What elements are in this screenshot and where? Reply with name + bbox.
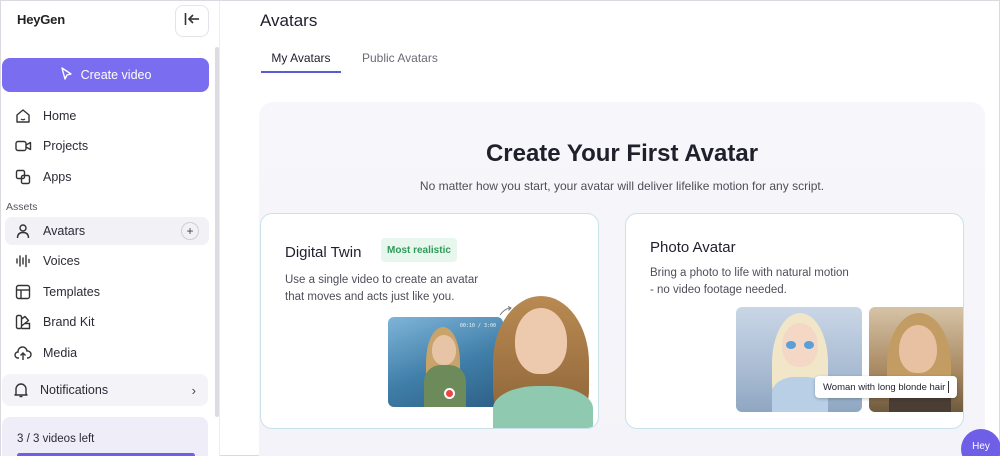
templates-icon [13,282,33,302]
eye-shape [804,341,814,349]
cursor-click-icon [60,66,73,84]
shirt-shape [424,365,466,407]
chat-label: Hey [972,441,990,452]
text-cursor [948,381,950,393]
collapse-sidebar-button[interactable] [175,5,209,37]
sidebar-item-label: Templates [43,285,100,299]
card-description-line1: Use a single video to create an avatar [285,274,479,286]
apps-icon [13,167,33,187]
card-description-line1: Bring a photo to life with natural motio… [650,267,849,279]
prompt-caption: Woman with long blonde hair [815,376,958,398]
sidebar-item-label: Apps [43,170,72,184]
sidebar-item-brand-kit[interactable]: Brand Kit [5,308,209,336]
avatar-icon [13,221,33,241]
voice-wave-icon [13,251,33,271]
sidebar: HeyGen Create video Home Projects Apps A… [1,1,220,456]
face-shape [515,308,567,374]
digital-twin-card[interactable]: Digital Twin Most realistic Use a single… [260,213,599,429]
notifications-button[interactable]: Notifications › [2,374,208,406]
sidebar-item-home[interactable]: Home [5,102,209,130]
bell-icon [12,382,30,398]
avatar-portrait-image [479,292,598,428]
face-shape [899,325,937,373]
sidebar-item-label: Brand Kit [43,315,95,329]
sidebar-item-label: Avatars [43,224,86,238]
sidebar-item-media[interactable]: Media [5,339,209,367]
quota-text: 3 / 3 videos left [17,433,95,445]
sidebar-item-label: Home [43,109,77,123]
tab-public-avatars[interactable]: Public Avatars [362,51,438,71]
video-camera-icon [13,136,33,156]
sidebar-item-voices[interactable]: Voices [5,247,209,275]
card-title: Photo Avatar [650,239,736,256]
notifications-label: Notifications [40,383,109,397]
home-icon [13,106,33,126]
sidebar-item-avatars[interactable]: Avatars + [5,217,209,245]
chat-assistant-button[interactable]: Hey [961,429,1000,456]
eye-shape [786,341,796,349]
tab-my-avatars[interactable]: My Avatars [261,51,341,73]
video-quota-panel: 3 / 3 videos left [2,417,208,456]
most-realistic-badge: Most realistic [381,238,457,262]
photo-avatar-card[interactable]: Photo Avatar Bring a photo to life with … [625,213,964,429]
sidebar-item-apps[interactable]: Apps [5,163,209,191]
brand-kit-icon [13,312,33,332]
main-content: Avatars My Avatars Public Avatars Create… [221,1,1000,456]
sidebar-item-label: Voices [43,254,80,268]
assets-section-label: Assets [6,201,38,213]
sidebar-item-templates[interactable]: Templates [5,278,209,306]
card-description-line2: that moves and acts just like you. [285,291,455,303]
create-video-label: Create video [80,68,152,82]
sidebar-item-projects[interactable]: Projects [5,132,209,160]
create-avatar-hero: Create Your First Avatar No matter how y… [259,102,985,456]
chevron-right-icon: › [191,382,196,398]
hero-subtitle: No matter how you start, your avatar wil… [419,179,825,193]
collapse-left-icon [184,12,200,31]
sidebar-scrollbar[interactable] [215,47,219,417]
card-title: Digital Twin [285,244,362,261]
sidebar-item-label: Projects [43,139,89,153]
caption-text: Woman with long blonde hair [823,381,946,393]
page-title: Avatars [260,11,318,30]
card-description-line2: - no video footage needed. [650,284,787,296]
shirt-shape [493,386,593,428]
face-shape [432,335,456,365]
heygen-logo[interactable]: HeyGen [17,12,65,27]
hero-title: Create Your First Avatar [485,140,759,167]
create-video-button[interactable]: Create video [2,58,209,92]
add-avatar-button[interactable]: + [181,222,199,240]
record-icon [444,388,455,399]
cloud-upload-icon [13,343,33,363]
arrow-icon [499,306,512,316]
sidebar-item-label: Media [43,346,78,360]
